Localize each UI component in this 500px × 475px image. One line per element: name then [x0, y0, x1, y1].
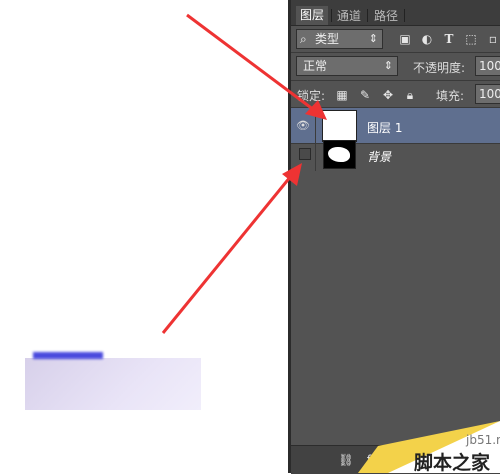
select-arrows-icon: ⇕ [368, 32, 378, 45]
blurred-text-line [33, 352, 103, 359]
blend-row: 正常 ⇕ 不透明度: 100 [291, 53, 500, 79]
link-layers-icon[interactable]: ⛓︎ [338, 452, 354, 468]
select-arrows-icon: ⇕ [383, 59, 393, 72]
search-icon: ⌕ [300, 32, 307, 46]
divider [315, 136, 316, 171]
adjustment-filter-icon[interactable]: ◐ [419, 31, 435, 47]
splat-shape [328, 147, 350, 162]
pixel-filter-icon[interactable]: ▣ [397, 31, 413, 47]
lock-all-padlock-icon[interactable]: 🔒︎ [402, 87, 418, 103]
tab-layers[interactable]: 图层 [296, 6, 329, 25]
fill-label: 填充: [436, 89, 465, 103]
filter-kind-label: 类型 [315, 32, 340, 46]
opacity-value: 100 [479, 59, 500, 73]
opacity-input[interactable]: 100 [475, 56, 500, 76]
tab-channels[interactable]: 通道 [333, 7, 365, 25]
eye-visibility-icon[interactable]: 👁︎ [296, 120, 310, 132]
filter-row: ⌕ 类型 ⇕ ▣ ◐ T ⬚ ▫ [291, 26, 500, 52]
lock-label: 锁定: [297, 89, 326, 103]
watermark-title: 脚本之家 [414, 452, 491, 474]
fill-value: 100 [479, 87, 500, 101]
layer-row-background[interactable]: 背景 [291, 136, 500, 171]
filter-kind-select[interactable]: ⌕ 类型 ⇕ [296, 29, 383, 49]
layer-thumbnail[interactable] [323, 140, 356, 169]
panel-tabs: 图层 通道 路径 [291, 0, 500, 26]
lock-row: 锁定: ▦ ✎ ✥ 🔒︎ 填充: 100 [291, 81, 500, 107]
document-canvas[interactable] [0, 0, 290, 473]
lock-transparent-icon[interactable]: ▦ [334, 87, 350, 103]
tab-separator [331, 9, 332, 22]
opacity-label: 不透明度: [413, 61, 466, 75]
layer-name[interactable]: 背景 [367, 148, 391, 165]
type-filter-icon[interactable]: T [441, 31, 457, 47]
watermark-site: jb51.net [466, 433, 500, 447]
layer-name[interactable]: 图层 1 [367, 119, 402, 136]
fill-input[interactable]: 100 [475, 84, 500, 104]
lock-position-move-icon[interactable]: ✥ [380, 87, 396, 103]
tab-separator [367, 9, 368, 22]
tab-paths[interactable]: 路径 [370, 7, 402, 25]
visibility-toggle-off[interactable] [299, 148, 311, 160]
smart-object-filter-icon[interactable]: ▫ [485, 31, 500, 47]
layers-panel: 图层 通道 路径 ⌕ 类型 ⇕ ▣ ◐ T ⬚ ▫ 正常 ⇕ 不透明度: 100… [291, 0, 500, 474]
lock-pixels-brush-icon[interactable]: ✎ [357, 87, 373, 103]
blend-mode-value: 正常 [303, 59, 328, 73]
blurred-text-block [25, 358, 201, 410]
blend-mode-select[interactable]: 正常 ⇕ [296, 56, 398, 76]
tab-separator [404, 9, 405, 22]
shape-filter-icon[interactable]: ⬚ [463, 31, 479, 47]
